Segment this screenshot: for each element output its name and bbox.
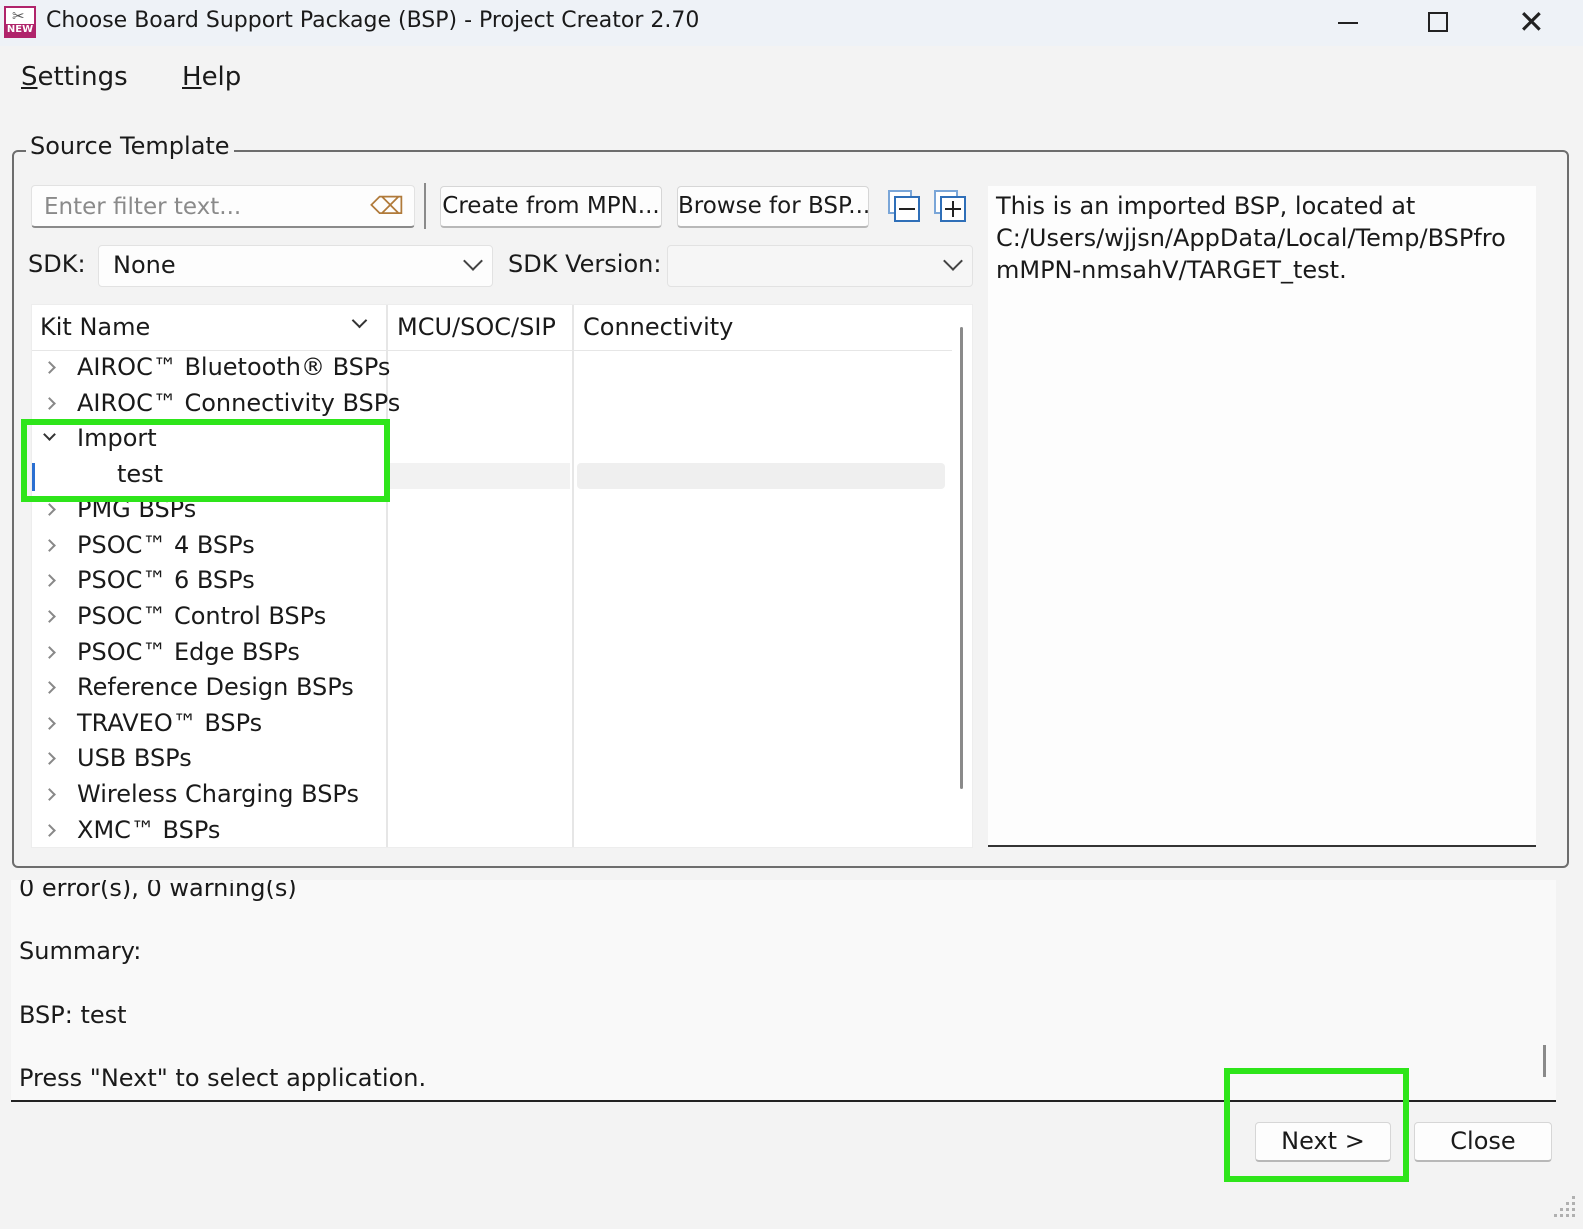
tree-row-psoc4[interactable]: PSOC™ 4 BSPs: [32, 529, 952, 565]
tree-row-traveo[interactable]: TRAVEO™ BSPs: [32, 707, 952, 743]
tree-row-label: AIROC™ Connectivity BSPs: [77, 389, 401, 417]
chevron-right-icon[interactable]: [43, 717, 56, 730]
chevron-down-icon: [463, 251, 483, 271]
menu-bar: Settings Help: [0, 50, 1583, 110]
eraser-icon[interactable]: ⌫: [370, 192, 404, 220]
chevron-right-icon[interactable]: [43, 503, 56, 516]
log-line: 0 error(s), 0 warning(s): [19, 880, 297, 902]
tree-row-airoc-bluetooth[interactable]: AIROC™ Bluetooth® BSPs: [32, 351, 952, 387]
app-icon: ✂ NEW: [4, 6, 36, 38]
tree-row-label: PSOC™ 6 BSPs: [77, 566, 255, 594]
expand-all-icon[interactable]: [934, 190, 966, 222]
tree-row-label: Wireless Charging BSPs: [77, 780, 359, 808]
chevron-right-icon[interactable]: [43, 361, 56, 374]
sdk-select-value: None: [113, 251, 176, 279]
close-button[interactable]: Close: [1414, 1122, 1552, 1162]
tree-row-usb[interactable]: USB BSPs: [32, 742, 952, 778]
tree-row-airoc-connectivity[interactable]: AIROC™ Connectivity BSPs: [32, 387, 952, 423]
sdk-version-select[interactable]: [667, 245, 973, 287]
filter-field[interactable]: ⌫: [31, 185, 415, 228]
log-line: BSP: test: [19, 1001, 127, 1029]
column-mcu[interactable]: MCU/SOC/SIP: [397, 313, 556, 341]
sdk-version-label: SDK Version:: [508, 250, 662, 278]
close-window-button[interactable]: ✕: [1486, 0, 1578, 46]
tree-row-label: AIROC™ Bluetooth® BSPs: [77, 353, 391, 381]
title-bar: ✂ NEW Choose Board Support Package (BSP)…: [0, 0, 1583, 46]
chevron-right-icon[interactable]: [43, 539, 56, 552]
tools-icon: ✂: [12, 7, 25, 25]
log-line: Press "Next" to select application.: [19, 1064, 427, 1092]
source-template-label: Source Template: [26, 132, 234, 160]
maximize-button[interactable]: [1394, 0, 1486, 46]
chevron-right-icon[interactable]: [43, 788, 56, 801]
tree-row-label: TRAVEO™ BSPs: [77, 709, 263, 737]
tree-row-xmc[interactable]: XMC™ BSPs: [32, 814, 952, 847]
column-connectivity[interactable]: Connectivity: [583, 313, 733, 341]
browse-for-bsp-button[interactable]: Browse for BSP...: [677, 186, 869, 228]
app-icon-badge: NEW: [6, 24, 34, 36]
tree-row-label: XMC™ BSPs: [77, 816, 221, 844]
tree-row-psoc-edge[interactable]: PSOC™ Edge BSPs: [32, 636, 952, 672]
chevron-right-icon[interactable]: [43, 681, 56, 694]
minimize-icon: [1338, 22, 1358, 24]
column-kit-name[interactable]: Kit Name: [40, 313, 150, 341]
tree-row-label: PSOC™ Edge BSPs: [77, 638, 300, 666]
sort-down-icon[interactable]: [351, 312, 368, 329]
tree-row-psoc-control[interactable]: PSOC™ Control BSPs: [32, 600, 952, 636]
tree-row-psoc6[interactable]: PSOC™ 6 BSPs: [32, 564, 952, 600]
minimize-button[interactable]: [1302, 0, 1394, 46]
menu-help[interactable]: Help: [182, 62, 241, 92]
menu-settings[interactable]: Settings: [21, 62, 128, 92]
chevron-right-icon[interactable]: [43, 646, 56, 659]
collapse-all-icon[interactable]: [888, 190, 920, 222]
highlight-box-import: [21, 419, 390, 502]
tree-row-reference-design[interactable]: Reference Design BSPs: [32, 671, 952, 707]
tree-header: Kit Name MCU/SOC/SIP Connectivity: [32, 305, 952, 351]
highlight-box-next: [1224, 1068, 1409, 1182]
resize-grip-icon[interactable]: [1548, 1190, 1578, 1220]
chevron-right-icon[interactable]: [43, 610, 56, 623]
tree-row-label: USB BSPs: [77, 744, 192, 772]
filter-input[interactable]: [42, 192, 362, 222]
create-from-mpn-button[interactable]: Create from MPN...: [440, 186, 662, 228]
window-title: Choose Board Support Package (BSP) - Pro…: [46, 8, 700, 33]
tree-row-label: PSOC™ Control BSPs: [77, 602, 327, 630]
sdk-select[interactable]: None: [98, 245, 493, 287]
tree-row-label: PSOC™ 4 BSPs: [77, 531, 255, 559]
log-scrollbar[interactable]: [1543, 1045, 1546, 1077]
bsp-description-panel: This is an imported BSP, located at C:/U…: [988, 186, 1536, 847]
bsp-description: This is an imported BSP, located at C:/U…: [996, 192, 1506, 284]
tree-row-label: Reference Design BSPs: [77, 673, 354, 701]
toolbar-separator: [424, 183, 426, 229]
log-line: Summary:: [19, 937, 142, 965]
sdk-label: SDK:: [28, 250, 86, 278]
chevron-right-icon[interactable]: [43, 824, 56, 837]
tree-scrollbar[interactable]: [960, 327, 963, 789]
maximize-icon: [1428, 12, 1448, 32]
chevron-right-icon[interactable]: [43, 752, 56, 765]
chevron-down-icon: [943, 251, 963, 271]
chevron-right-icon[interactable]: [43, 574, 56, 587]
chevron-right-icon[interactable]: [43, 397, 56, 410]
tree-row-wireless-charging[interactable]: Wireless Charging BSPs: [32, 778, 952, 814]
bsp-tree: Kit Name MCU/SOC/SIP Connectivity AIROC™…: [31, 304, 973, 848]
close-icon: ✕: [1518, 3, 1545, 41]
